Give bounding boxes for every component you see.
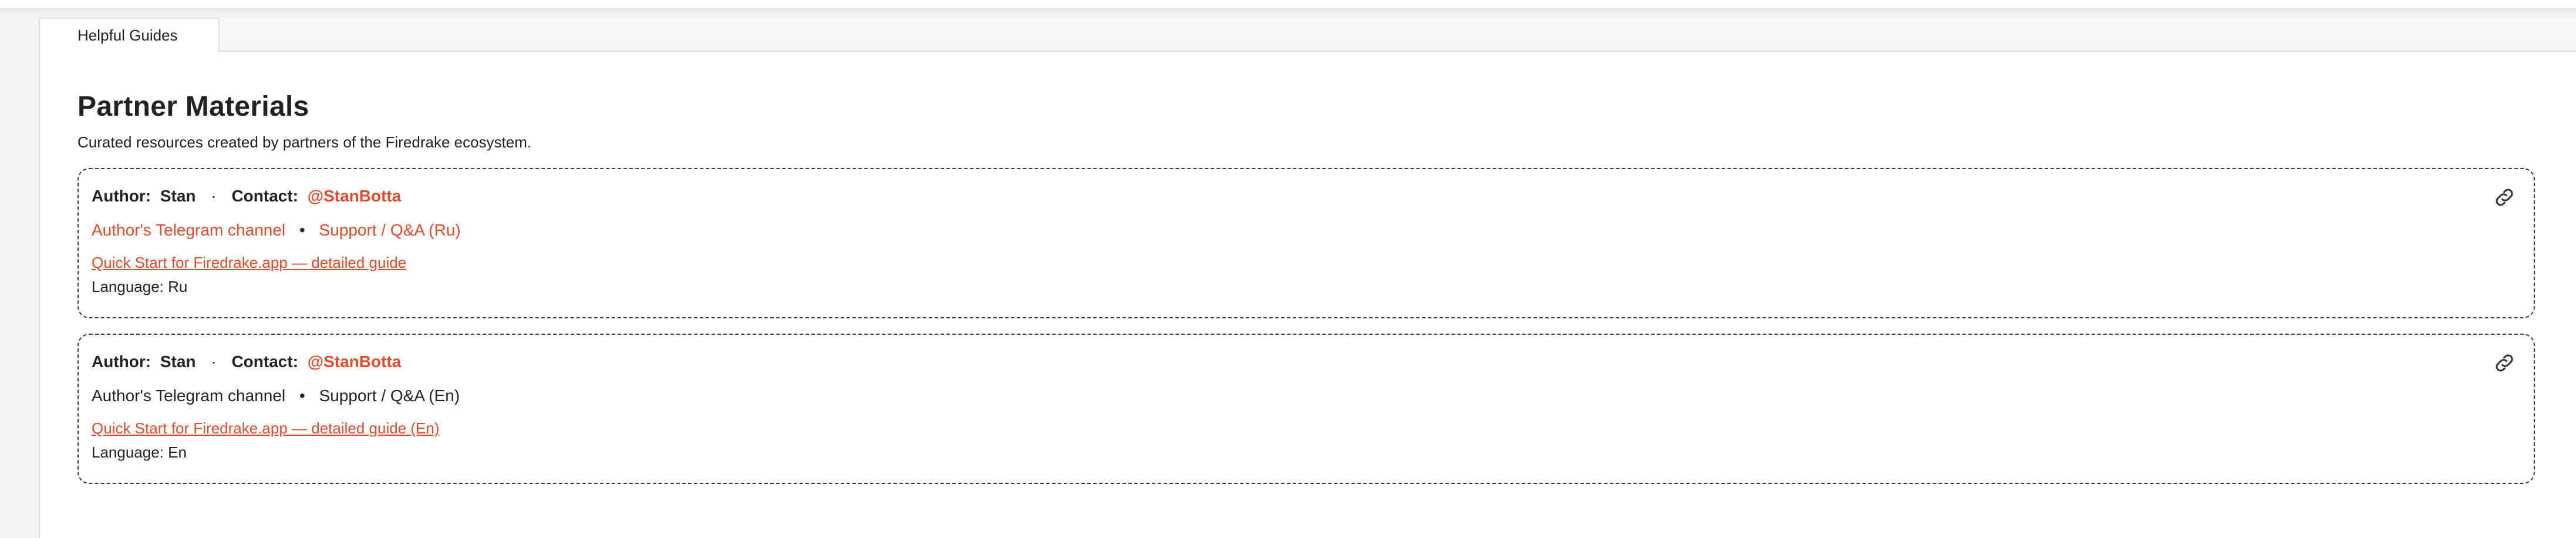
- author-label: Author:: [92, 352, 151, 371]
- top-bar: [0, 0, 2576, 9]
- card-links: Author's Telegram channel • Support / Q&…: [92, 384, 2520, 408]
- main-panel: Helpful Guides Partner Materials Curated…: [39, 18, 2576, 538]
- telegram-channel-link[interactable]: Author's Telegram channel: [92, 221, 285, 239]
- contact-label: Contact:: [231, 352, 298, 371]
- link-bullet: •: [299, 221, 305, 239]
- partner-cards: Author: Stan · Contact: @StanBotta Autho…: [77, 168, 2535, 484]
- meta-separator: ·: [211, 352, 217, 371]
- language-label: Language: En: [92, 443, 187, 461]
- contact-link[interactable]: @StanBotta: [308, 352, 402, 371]
- link-bullet: •: [299, 386, 305, 405]
- link-icon[interactable]: [2493, 351, 2516, 375]
- contact-label: Contact:: [231, 187, 298, 205]
- card-links: Author's Telegram channel • Support / Q&…: [92, 218, 2520, 242]
- language-label: Language: Ru: [92, 278, 188, 295]
- partner-card-ru: Author: Stan · Contact: @StanBotta Autho…: [77, 168, 2535, 318]
- meta-separator: ·: [211, 187, 217, 205]
- support-link[interactable]: Support / Q&A (En): [319, 386, 460, 405]
- guide-link[interactable]: Quick Start for Firedrake.app — detailed…: [92, 253, 406, 273]
- contact-link[interactable]: @StanBotta: [308, 187, 402, 205]
- page-title: Partner Materials: [77, 91, 309, 122]
- tab-helpful-guides[interactable]: Helpful Guides: [40, 18, 220, 53]
- card-meta: Author: Stan · Contact: @StanBotta: [92, 350, 2520, 374]
- support-link[interactable]: Support / Q&A (Ru): [319, 221, 461, 239]
- link-icon[interactable]: [2493, 186, 2516, 209]
- author-name: Stan: [160, 352, 196, 371]
- author-label: Author:: [92, 187, 151, 205]
- page-subtitle: Curated resources created by partners of…: [77, 133, 532, 151]
- card-meta: Author: Stan · Contact: @StanBotta: [92, 184, 2520, 208]
- partner-card-en: Author: Stan · Contact: @StanBotta Autho…: [77, 334, 2535, 484]
- author-name: Stan: [160, 187, 196, 205]
- guide-link[interactable]: Quick Start for Firedrake.app — detailed…: [92, 418, 440, 438]
- telegram-channel-link[interactable]: Author's Telegram channel: [92, 386, 285, 405]
- content-area: Partner Materials Curated resources crea…: [77, 88, 2535, 484]
- tab-strip: Helpful Guides: [40, 18, 2576, 53]
